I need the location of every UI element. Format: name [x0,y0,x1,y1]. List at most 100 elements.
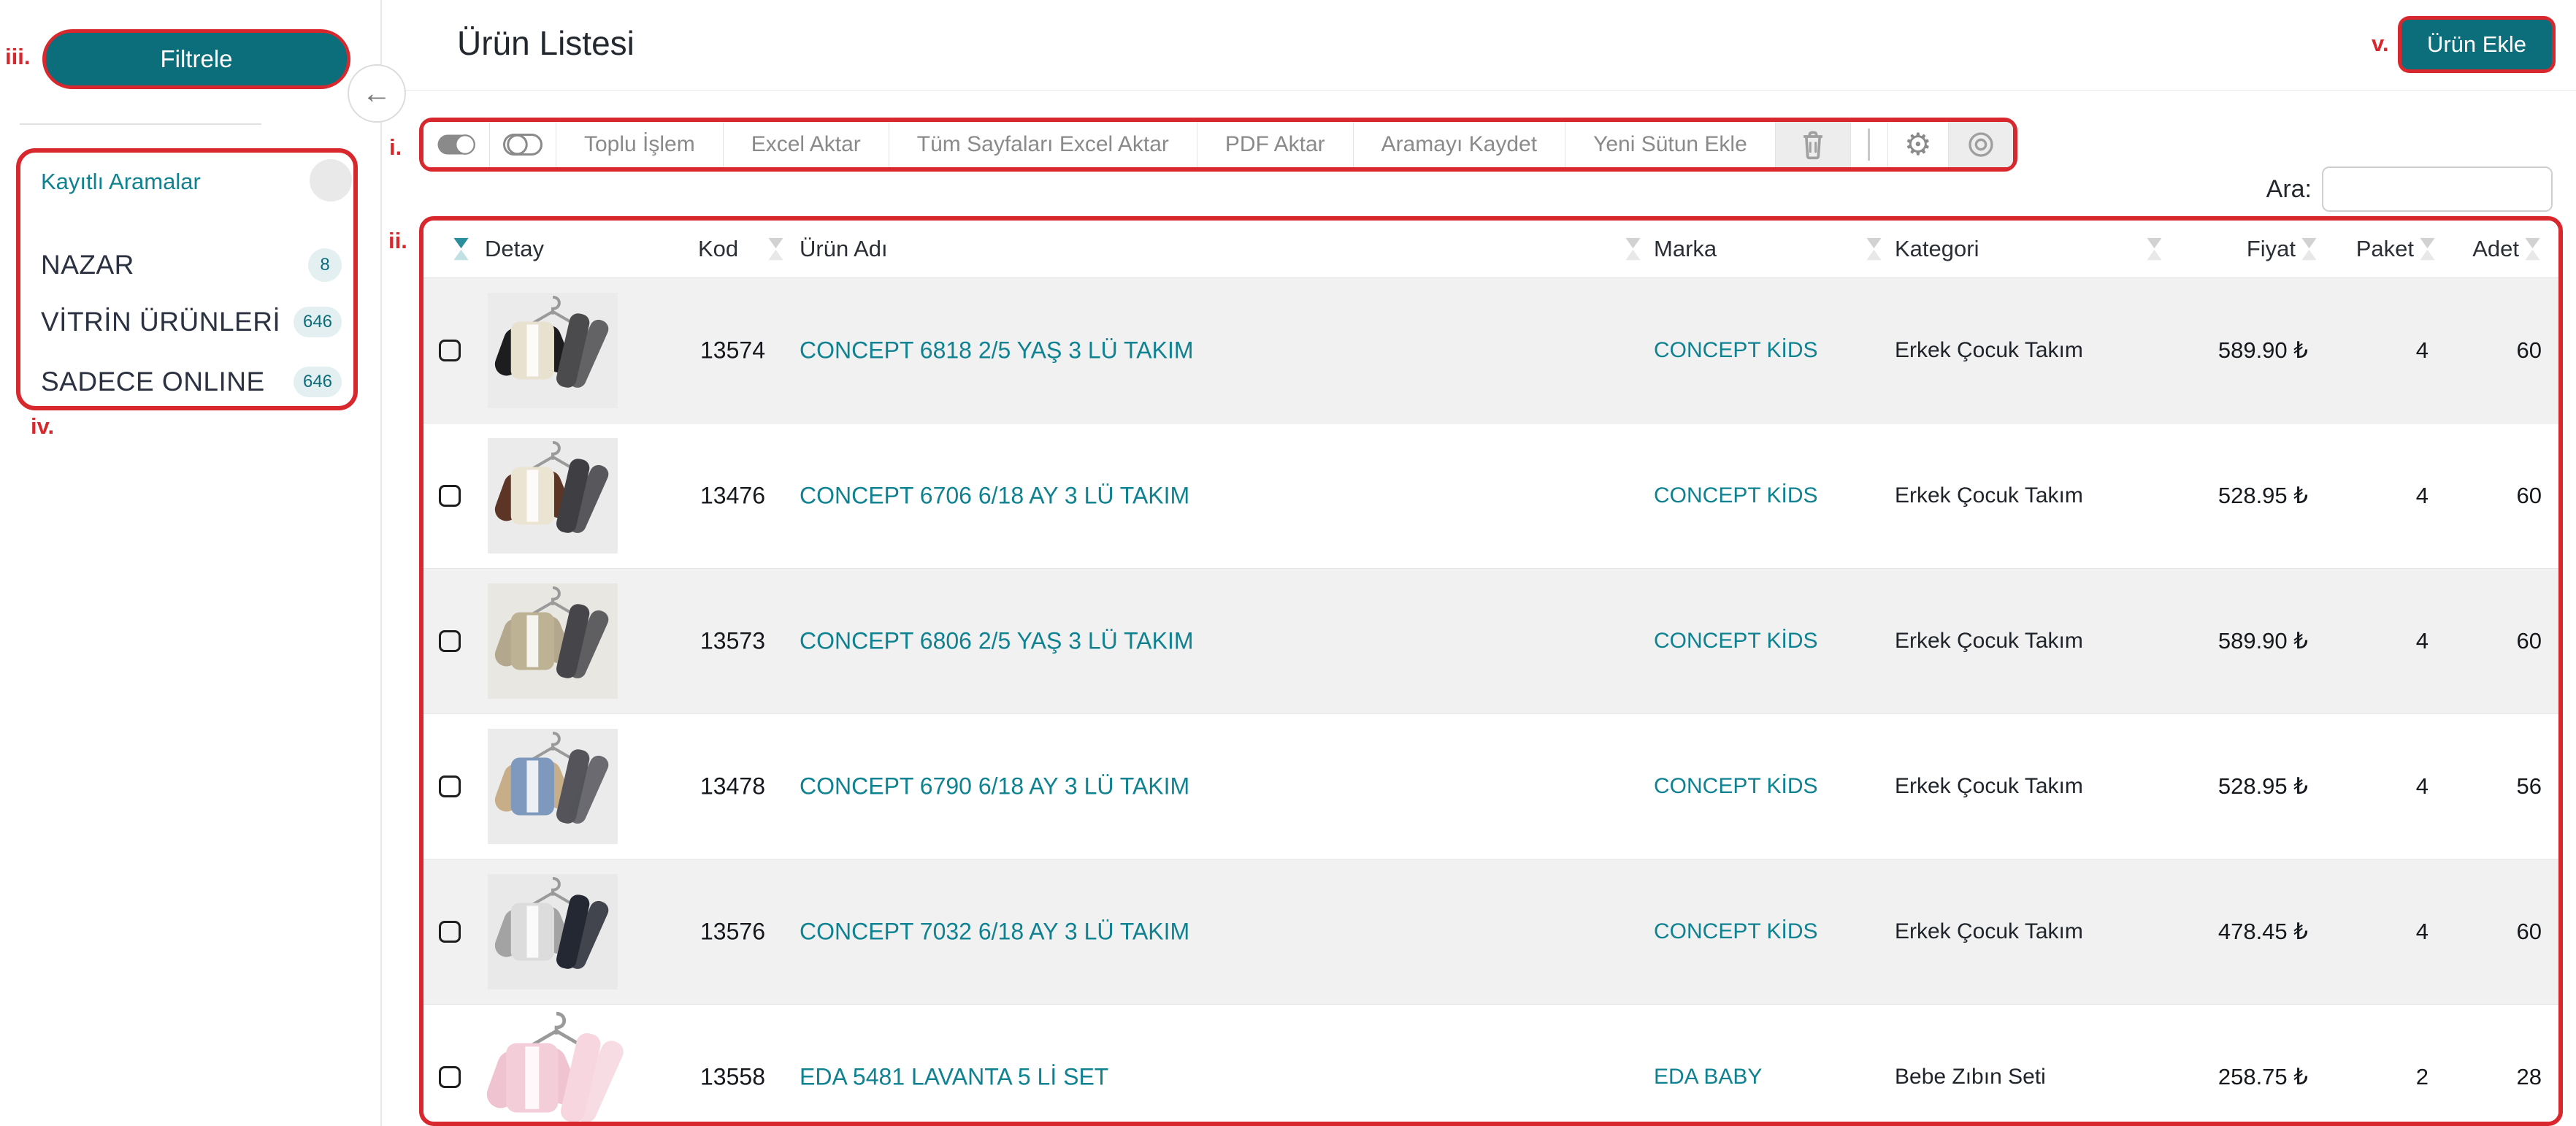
saved-search-item[interactable]: NAZAR 8 [20,239,355,291]
annotation-box-add-product: Ürün Ekle [2398,16,2556,73]
table-row: 13478 CONCEPT 6790 6/18 AY 3 LÜ TAKIM CO… [423,714,2560,859]
product-name-link[interactable]: EDA 5481 LAVANTA 5 Lİ SET [800,1064,1108,1091]
sidebar-collapse-button[interactable]: ← [348,64,406,123]
brand-link[interactable]: CONCEPT KİDS [1654,483,1818,508]
table-header-row: Detay Kod Ürün Adı Marka Kategori Fiyat … [423,221,2560,278]
toolbar-button-toplu-islem[interactable]: Toplu İşlem [556,122,724,167]
product-name-link[interactable]: CONCEPT 6806 2/5 YAŞ 3 LÜ TAKIM [800,628,1194,655]
saved-searches-action-button[interactable] [310,159,352,202]
toolbar-button-tum-sayfalari-excel-aktar[interactable]: Tüm Sayfaları Excel Aktar [889,122,1197,167]
toolbar-button-excel-aktar[interactable]: Excel Aktar [724,122,889,167]
price-value: 528.95 ₺ [2218,483,2308,509]
adet-value: 60 [2517,628,2542,654]
brand-link[interactable]: EDA BABY [1654,1065,1762,1089]
toolbar-button-aramayi-kaydet[interactable]: Aramayı Kaydet [1354,122,1565,167]
brand-link[interactable]: CONCEPT KİDS [1654,774,1818,799]
product-image[interactable] [487,874,618,989]
filter-button[interactable]: Filtrele [46,33,347,85]
trash-icon [1799,129,1827,161]
product-name-link[interactable]: CONCEPT 7032 6/18 AY 3 LÜ TAKIM [800,919,1189,946]
toggle-off-button[interactable] [490,122,556,167]
saved-search-label: VİTRİN ÜRÜNLERİ [41,307,280,337]
count-badge: 646 [294,367,342,397]
price-value: 258.75 ₺ [2218,1064,2308,1090]
column-header-paket[interactable]: Paket [2356,236,2414,262]
paket-value: 4 [2416,483,2429,509]
price-value: 589.90 ₺ [2218,628,2308,654]
count-badge: 8 [308,248,342,282]
row-checkbox[interactable] [439,340,461,361]
brand-link[interactable]: CONCEPT KİDS [1654,338,1818,363]
visibility-button[interactable] [1949,122,2013,167]
product-name-link[interactable]: CONCEPT 6790 6/18 AY 3 LÜ TAKIM [800,773,1189,800]
filter-icon[interactable] [1864,237,1884,261]
paket-value: 2 [2416,1064,2429,1090]
saved-search-label: NAZAR [41,250,134,280]
filter-icon[interactable] [766,237,786,261]
paket-value: 4 [2416,919,2429,945]
row-checkbox[interactable] [439,1066,461,1088]
product-code: 13478 [700,773,765,800]
search-label: Ara: [2217,175,2312,204]
filter-icon[interactable] [1623,237,1643,261]
paket-value: 4 [2416,773,2429,800]
filter-icon[interactable] [2523,237,2542,261]
annotation-i: i. [389,134,402,161]
filter-icon-active[interactable] [451,237,471,261]
price-value: 478.45 ₺ [2218,919,2308,945]
toolbar-button-yeni-sutun-ekle[interactable]: Yeni Sütun Ekle [1565,122,1776,167]
filter-icon[interactable] [2144,237,2164,261]
category-text: Erkek Çocuk Takım [1895,629,2083,654]
product-image[interactable] [487,729,618,844]
adet-value: 60 [2517,483,2542,509]
category-text: Erkek Çocuk Takım [1895,483,2083,508]
filter-icon[interactable] [2418,237,2437,261]
delete-button[interactable] [1776,122,1851,167]
grid-toolbar: Toplu İşlem Excel Aktar Tüm Sayfaları Ex… [423,122,2013,167]
saved-search-item[interactable]: VİTRİN ÜRÜNLERİ 646 [20,296,355,348]
product-image[interactable] [487,583,618,699]
arrow-left-icon: ← [362,77,391,110]
settings-button[interactable]: ⚙ [1888,122,1949,167]
toolbar-separator [1851,122,1888,167]
adet-value: 60 [2517,337,2542,364]
row-checkbox[interactable] [439,775,461,797]
annotation-v: v. [2372,31,2389,57]
category-text: Erkek Çocuk Takım [1895,919,2083,944]
price-value: 528.95 ₺ [2218,773,2308,800]
filter-icon[interactable] [2299,237,2319,261]
page-title: Ürün Listesi [457,23,635,63]
adet-value: 56 [2517,773,2542,800]
saved-search-item[interactable]: SADECE ONLINE 646 [20,356,355,408]
brand-link[interactable]: CONCEPT KİDS [1654,629,1818,654]
product-image[interactable] [487,293,618,408]
category-text: Erkek Çocuk Takım [1895,774,2083,799]
brand-link[interactable]: CONCEPT KİDS [1654,919,1818,944]
row-checkbox[interactable] [439,485,461,507]
column-header-marka[interactable]: Marka [1654,236,1717,262]
column-header-kategori[interactable]: Kategori [1895,236,1979,262]
column-header-kod[interactable]: Kod [698,236,738,262]
search-input[interactable] [2322,166,2553,212]
price-value: 589.90 ₺ [2218,337,2308,364]
product-code: 13576 [700,919,765,946]
product-image[interactable] [487,438,618,554]
category-text: Erkek Çocuk Takım [1895,338,2083,363]
product-name-link[interactable]: CONCEPT 6818 2/5 YAŞ 3 LÜ TAKIM [800,337,1194,364]
toolbar-button-pdf-aktar[interactable]: PDF Aktar [1197,122,1354,167]
toggle-off-icon [503,131,543,158]
row-checkbox[interactable] [439,921,461,943]
add-product-button[interactable]: Ürün Ekle [2401,20,2552,69]
product-name-link[interactable]: CONCEPT 6706 6/18 AY 3 LÜ TAKIM [800,483,1189,510]
product-image[interactable] [476,1008,637,1126]
toggle-on-button[interactable] [423,122,490,167]
column-header-urun-adi[interactable]: Ürün Adı [800,236,888,262]
product-code: 13476 [700,483,765,510]
product-code: 13574 [700,337,765,364]
row-checkbox[interactable] [439,630,461,652]
product-list-screen: iii. Filtrele Kayıtlı Aramalar NAZAR 8 V… [0,0,2576,1126]
paket-value: 4 [2416,628,2429,654]
column-header-detay[interactable]: Detay [485,236,544,262]
column-header-adet[interactable]: Adet [2472,236,2519,262]
column-header-fiyat[interactable]: Fiyat [2247,236,2296,262]
